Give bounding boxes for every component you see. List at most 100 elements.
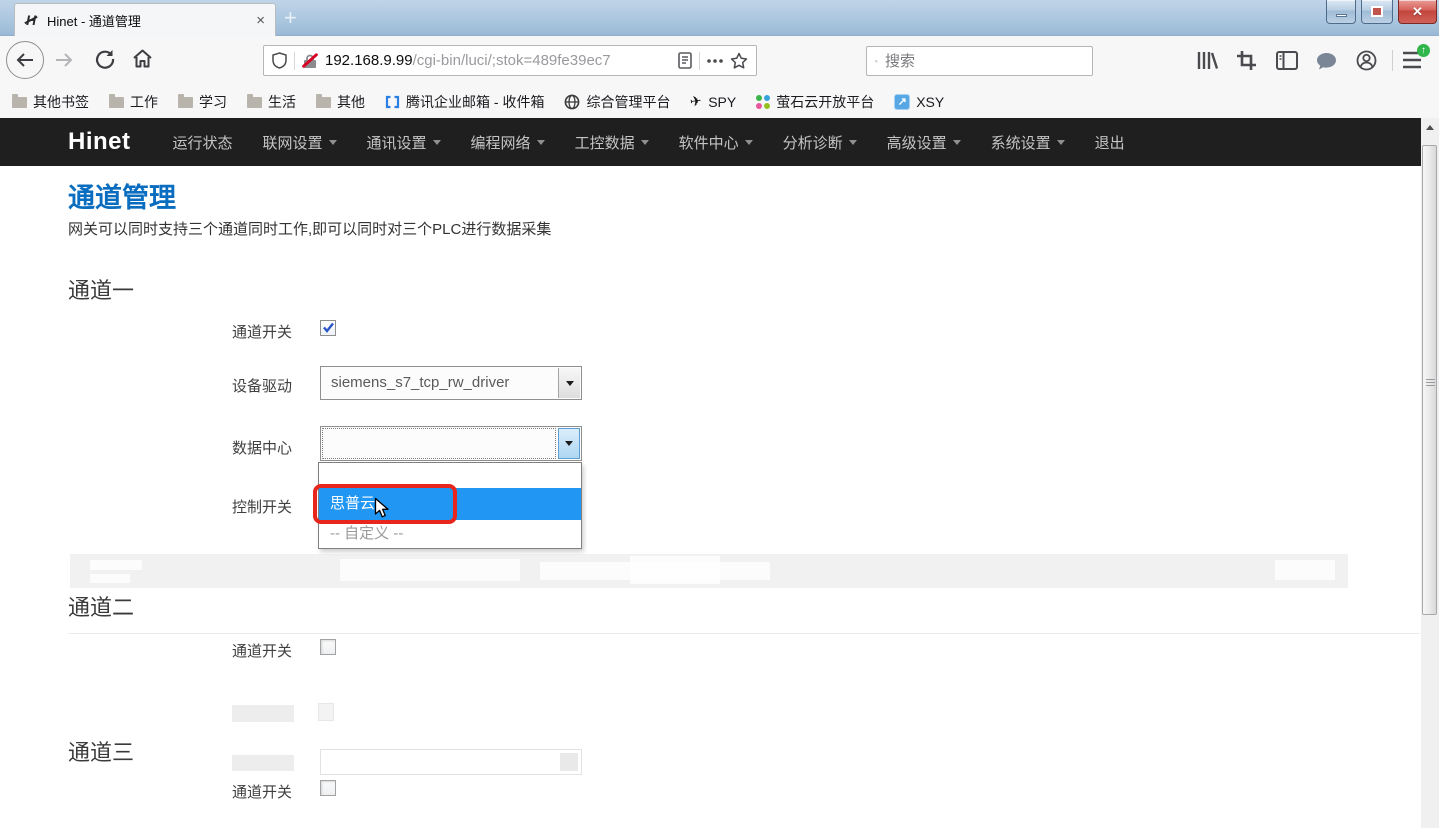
nav-item-comm-settings[interactable]: 通讯设置 <box>367 132 441 153</box>
menu-button[interactable]: ↑ <box>1402 51 1424 70</box>
back-icon <box>15 52 35 68</box>
chevron-down-icon <box>329 140 337 145</box>
messenger-icon[interactable] <box>1316 52 1337 71</box>
nav-item-logout[interactable]: 退出 <box>1095 132 1125 153</box>
folder-icon <box>316 97 331 108</box>
site-brand[interactable]: Hinet <box>68 128 131 156</box>
more-options-icon[interactable] <box>707 59 723 63</box>
library-icon[interactable] <box>1196 50 1218 71</box>
folder-icon <box>178 97 193 108</box>
bookmark-xsy[interactable]: ↗XSY <box>894 94 944 110</box>
scrollbar-up-button[interactable] <box>1421 118 1439 136</box>
nav-item-advanced-settings[interactable]: 高级设置 <box>887 132 961 153</box>
chevron-down-icon <box>566 381 574 386</box>
back-button[interactable] <box>6 41 44 79</box>
nav-item-programming-network[interactable]: 编程网络 <box>471 132 545 153</box>
page-scrollbar[interactable] <box>1421 118 1439 828</box>
data-center-label: 数据中心 <box>232 437 294 458</box>
ghost-label-artifact <box>232 705 294 722</box>
chevron-down-icon <box>745 140 753 145</box>
close-button[interactable]: ✕ <box>1398 0 1437 24</box>
data-center-select[interactable] <box>320 426 582 461</box>
chevron-up-icon <box>1426 125 1434 130</box>
forward-icon <box>54 52 74 68</box>
nav-item-network-settings[interactable]: 联网设置 <box>263 132 337 153</box>
channel1-switch-label: 通道开关 <box>232 321 294 342</box>
bookmark-folder-misc[interactable]: 其他 <box>316 92 365 112</box>
bookmarks-bar: 其他书签 工作 学习 生活 其他 腾讯企业邮箱 - 收件箱 综合管理平台 ✈SP… <box>0 85 1439 118</box>
restore-icon <box>1371 6 1383 17</box>
bookmark-star-icon[interactable] <box>730 52 748 69</box>
site-nav-items: 运行状态 联网设置 通讯设置 编程网络 工控数据 软件中心 分析诊断 高级设置 … <box>173 132 1125 153</box>
search-input[interactable] <box>885 53 1084 70</box>
tab-title: Hinet - 通道管理 <box>47 11 254 30</box>
search-box[interactable] <box>866 46 1093 76</box>
folder-icon <box>247 97 262 108</box>
sidebar-icon[interactable] <box>1276 51 1298 70</box>
device-driver-select[interactable]: siemens_s7_tcp_rw_driver <box>320 366 582 400</box>
select-arrow-button[interactable] <box>558 368 580 398</box>
nav-item-running-status[interactable]: 运行状态 <box>173 132 233 153</box>
channel2-switch-label: 通道开关 <box>232 640 294 661</box>
account-icon[interactable] <box>1356 50 1377 71</box>
new-tab-button[interactable]: + <box>284 4 297 32</box>
bookmark-folder-other-bookmarks[interactable]: 其他书签 <box>12 92 89 112</box>
bookmark-folder-study[interactable]: 学习 <box>178 92 227 112</box>
tab-close-icon[interactable]: × <box>254 12 267 29</box>
nav-item-system-settings[interactable]: 系统设置 <box>991 132 1065 153</box>
browser-tab[interactable]: H Hinet - 通道管理 × <box>14 3 276 36</box>
channel2-heading: 通道二 <box>68 590 134 622</box>
chevron-down-icon <box>1057 140 1065 145</box>
urlbar-separator <box>294 52 295 70</box>
reload-button[interactable] <box>95 49 115 69</box>
channel3-switch-checkbox[interactable] <box>320 780 336 796</box>
minimize-icon <box>1336 14 1347 17</box>
device-driver-label: 设备驱动 <box>232 375 294 396</box>
ghost-row-artifact <box>70 554 1348 588</box>
ghost-checkbox-artifact <box>318 703 334 721</box>
page-title: 通道管理 <box>68 176 176 215</box>
restore-button[interactable] <box>1361 0 1393 24</box>
mouse-cursor <box>374 497 390 519</box>
channel1-heading: 通道一 <box>68 273 134 305</box>
site-favicon-icon: H <box>23 12 39 28</box>
home-button[interactable] <box>132 48 153 69</box>
chevron-down-icon <box>641 140 649 145</box>
url-bar[interactable]: 192.168.9.99/cgi-bin/luci/;stok=489fe39e… <box>263 45 757 76</box>
chevron-down-icon <box>433 140 441 145</box>
screenshot-icon[interactable] <box>1236 50 1257 71</box>
reader-mode-icon[interactable] <box>678 52 692 69</box>
globe-icon <box>564 94 580 110</box>
chevron-down-icon <box>849 140 857 145</box>
nav-item-industrial-data[interactable]: 工控数据 <box>575 132 649 153</box>
channel2-switch-checkbox[interactable] <box>320 639 336 655</box>
bookmark-mgmt-platform[interactable]: 综合管理平台 <box>564 92 670 112</box>
dropdown-option-custom[interactable]: -- 自定义 -- <box>319 520 581 548</box>
nav-item-diagnostics[interactable]: 分析诊断 <box>783 132 857 153</box>
dots-icon <box>756 95 770 109</box>
forward-button[interactable] <box>54 52 74 68</box>
scrollbar-grip <box>1426 379 1435 388</box>
window-controls: ✕ <box>1326 0 1437 24</box>
scrollbar-thumb[interactable] <box>1422 145 1437 615</box>
select-arrow-button-active[interactable] <box>558 428 580 459</box>
xsy-icon: ↗ <box>894 94 910 110</box>
bookmark-folder-work[interactable]: 工作 <box>109 92 158 112</box>
focus-outline <box>323 429 555 458</box>
bookmark-folder-life[interactable]: 生活 <box>247 92 296 112</box>
check-icon <box>322 321 335 334</box>
bookmark-exmail[interactable]: 腾讯企业邮箱 - 收件箱 <box>385 92 544 112</box>
bookmark-ezviz[interactable]: 萤石云开放平台 <box>756 92 874 112</box>
folder-icon <box>109 97 124 108</box>
nav-item-software-center[interactable]: 软件中心 <box>679 132 753 153</box>
url-text: 192.168.9.99/cgi-bin/luci/;stok=489fe39e… <box>325 52 671 69</box>
minimize-button[interactable] <box>1326 0 1356 24</box>
bookmark-spy[interactable]: ✈SPY <box>690 93 736 110</box>
channel1-switch-checkbox[interactable] <box>320 320 336 336</box>
ghost-input-artifact <box>320 749 582 775</box>
url-path: /cgi-bin/luci/;stok=489fe39ec7 <box>413 52 611 69</box>
ghost-label-artifact <box>232 755 294 771</box>
control-switch-label: 控制开关 <box>232 496 294 517</box>
search-icon <box>875 54 878 69</box>
folder-icon <box>12 97 27 108</box>
